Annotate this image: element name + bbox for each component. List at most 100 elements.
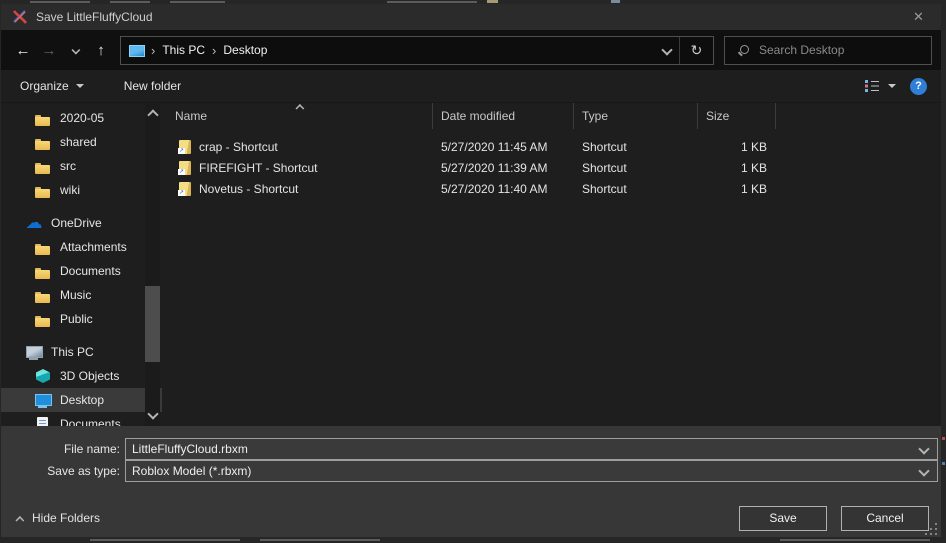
details-view-icon <box>865 80 880 92</box>
file-list: Name Date modified Type Size crap - Shor… <box>162 103 941 426</box>
column-header-date-modified[interactable]: Date modified <box>433 103 574 129</box>
scrollbar-thumb[interactable] <box>145 286 160 362</box>
novetus-app-icon <box>12 9 28 25</box>
close-button[interactable]: ✕ <box>896 4 941 30</box>
file-row[interactable]: crap - Shortcut 5/27/2020 11:45 AM Short… <box>162 136 941 157</box>
sidebar-item-label: shared <box>60 135 97 149</box>
sidebar-item-onedrive[interactable]: OneDrive <box>1 211 162 235</box>
cube-icon <box>34 368 52 384</box>
background-app-fragment <box>387 1 477 3</box>
sidebar-item-this-pc[interactable]: This PC <box>1 340 162 364</box>
sidebar-item-src[interactable]: src <box>1 154 162 178</box>
sidebar-item-2020-05[interactable]: 2020-05 <box>1 106 162 130</box>
sidebar-item-desktop[interactable]: Desktop <box>1 388 162 412</box>
back-button[interactable]: ← <box>10 37 36 63</box>
background-app-fragment <box>780 539 930 541</box>
sidebar-list: 2020-05 shared src wiki OneDrive Attachm… <box>1 106 162 426</box>
save-button[interactable]: Save <box>739 506 827 531</box>
address-bar[interactable]: › This PC › Desktop ↻ <box>120 36 714 65</box>
file-size: 1 KB <box>698 182 776 196</box>
change-view-button[interactable] <box>865 80 896 92</box>
folder-icon <box>34 311 52 327</box>
save-dialog: Save LittleFluffyCloud ✕ ← → ↑ › This PC… <box>1 4 941 537</box>
folder-icon <box>34 182 52 198</box>
sidebar-item-label: wiki <box>60 183 80 197</box>
scroll-down-icon[interactable] <box>148 410 157 419</box>
hide-folders-label: Hide Folders <box>32 511 100 525</box>
shortcut-file-icon <box>179 182 191 196</box>
sidebar-item-documents[interactable]: Documents <box>1 259 162 283</box>
resize-grip[interactable] <box>925 522 938 535</box>
organize-button[interactable]: Organize <box>20 79 84 93</box>
address-dropdown-button[interactable] <box>653 37 679 64</box>
sidebar-item-label: 2020-05 <box>60 111 104 125</box>
background-app-fragment <box>611 0 620 3</box>
caret-down-icon <box>888 84 896 88</box>
forward-button[interactable]: → <box>36 37 62 63</box>
file-name: Novetus - Shortcut <box>199 182 298 196</box>
file-type: Shortcut <box>574 140 698 154</box>
background-app-fragment <box>942 462 945 465</box>
search-box[interactable] <box>724 36 932 65</box>
breadcrumb-desktop[interactable]: Desktop <box>223 43 267 57</box>
desktop-icon <box>34 392 52 408</box>
column-header-size[interactable]: Size <box>698 103 776 129</box>
chevron-down-icon <box>71 46 78 53</box>
window-title: Save LittleFluffyCloud <box>36 10 153 24</box>
chevron-down-icon[interactable] <box>919 445 928 454</box>
save-as-type-value: Roblox Model (*.rbxm) <box>126 464 919 478</box>
chevron-down-icon[interactable] <box>919 467 928 476</box>
sidebar-item-label: Documents <box>60 264 121 278</box>
sidebar-item-documents[interactable]: Documents <box>1 412 162 426</box>
search-icon <box>737 44 750 57</box>
file-name-combobox[interactable] <box>125 438 938 460</box>
file-name-input[interactable] <box>126 442 919 456</box>
chevron-up-icon <box>16 514 23 521</box>
scroll-up-icon[interactable] <box>148 108 157 117</box>
new-folder-label: New folder <box>124 79 181 93</box>
document-icon <box>34 416 52 426</box>
file-row[interactable]: FIREFIGHT - Shortcut 5/27/2020 11:39 AM … <box>162 157 941 178</box>
title-bar[interactable]: Save LittleFluffyCloud ✕ <box>1 4 941 30</box>
sidebar-item-label: Music <box>60 288 91 302</box>
breadcrumb-separator: › <box>144 43 162 58</box>
file-type: Shortcut <box>574 161 698 175</box>
hide-folders-button[interactable]: Hide Folders <box>15 511 100 525</box>
history-dropdown-button[interactable] <box>62 37 88 63</box>
sidebar-item-label: Public <box>60 312 93 326</box>
sidebar-item-label: Desktop <box>60 393 104 407</box>
new-folder-button[interactable]: New folder <box>124 79 181 93</box>
folder-icon <box>34 110 52 126</box>
help-button[interactable]: ? <box>910 78 927 95</box>
file-date-modified: 5/27/2020 11:39 AM <box>433 161 574 175</box>
bottom-panel: File name: Save as type: Roblox Model (*… <box>1 426 941 537</box>
caret-down-icon <box>76 84 84 88</box>
folder-icon <box>34 134 52 150</box>
sidebar-item-public[interactable]: Public <box>1 307 162 331</box>
folder-icon <box>34 158 52 174</box>
folder-icon <box>34 239 52 255</box>
up-button[interactable]: ↑ <box>88 37 114 63</box>
breadcrumb-this-pc[interactable]: This PC <box>162 43 205 57</box>
chevron-down-icon <box>662 46 671 55</box>
file-row[interactable]: Novetus - Shortcut 5/27/2020 11:40 AM Sh… <box>162 178 941 199</box>
search-input[interactable] <box>759 43 909 57</box>
shortcut-file-icon <box>179 140 191 154</box>
sidebar-item-wiki[interactable]: wiki <box>1 178 162 202</box>
file-name-label: File name: <box>64 442 120 456</box>
sidebar-item-attachments[interactable]: Attachments <box>1 235 162 259</box>
column-header-type[interactable]: Type <box>574 103 698 129</box>
save-as-type-dropdown[interactable]: Roblox Model (*.rbxm) <box>125 460 938 482</box>
sidebar-scrollbar[interactable] <box>145 103 160 426</box>
cancel-button[interactable]: Cancel <box>841 506 929 531</box>
refresh-button[interactable]: ↻ <box>680 37 713 64</box>
background-app-fragment <box>110 1 150 3</box>
sidebar-item-3d-objects[interactable]: 3D Objects <box>1 364 162 388</box>
background-app-fragment <box>170 1 225 3</box>
sidebar-item-shared[interactable]: shared <box>1 130 162 154</box>
sidebar-item-music[interactable]: Music <box>1 283 162 307</box>
sidebar-item-label: Attachments <box>60 240 127 254</box>
shortcut-file-icon <box>179 161 191 175</box>
background-app-fragment <box>942 437 945 440</box>
this-pc-icon <box>128 44 144 57</box>
